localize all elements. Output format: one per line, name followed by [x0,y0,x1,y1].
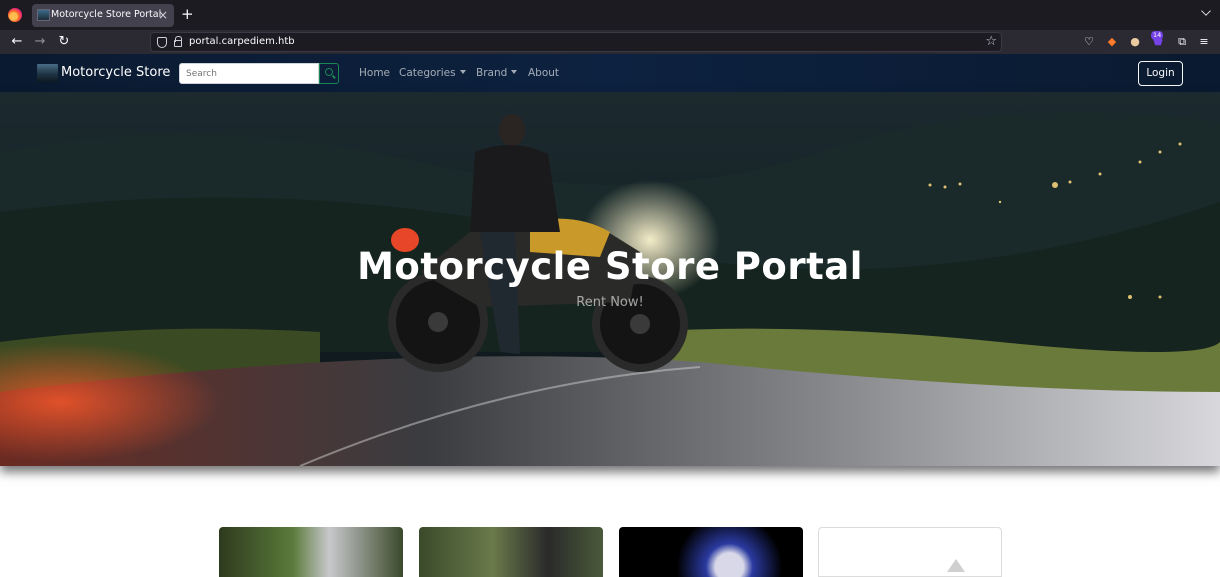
tab-close-icon[interactable]: × [158,7,168,23]
address-bar[interactable]: portal.carpediem.htb ☆ [150,32,1002,52]
brand-logo-image[interactable] [37,64,58,82]
search-input[interactable] [179,63,319,84]
new-tab-button[interactable]: + [181,5,194,23]
bookmark-star-icon[interactable]: ☆ [985,34,997,50]
browser-tab[interactable]: Motorcycle Store Portal × [32,4,174,27]
nav-brand-label: Brand [476,67,508,79]
hero-banner: Motorcycle Store Portal Rent Now! [0,92,1220,466]
login-button[interactable]: Login [1138,61,1183,86]
nav-brand-dropdown[interactable]: Brand [476,67,518,79]
url-text[interactable]: portal.carpediem.htb [189,36,295,47]
extension-badge: 14 [1151,31,1164,40]
pocket-icon[interactable]: ♡ [1082,35,1096,49]
search-button[interactable] [319,63,339,84]
nav-about[interactable]: About [528,67,559,79]
site-favicon-icon [37,9,50,21]
forward-arrow-icon[interactable]: → [31,33,49,51]
tracking-shield-icon[interactable] [157,37,167,48]
product-cards [0,470,1220,577]
back-arrow-icon[interactable]: ← [8,33,26,51]
browser-tab-bar: Motorcycle Store Portal × + [0,0,1220,30]
lock-icon[interactable] [174,36,182,47]
site-navbar: Motorcycle Store Home Categories Brand A… [0,54,1220,92]
hero-subtitle: Rent Now! [576,295,644,310]
nav-categories-label: Categories [399,67,456,79]
extension-fox-icon[interactable]: ◆ [1105,35,1119,49]
nav-home[interactable]: Home [359,67,390,79]
extension-avatar-icon[interactable]: ● [1128,35,1142,49]
tab-title: Motorcycle Store Portal [51,9,162,20]
firefox-logo-icon [8,8,22,22]
caret-down-icon [511,70,518,74]
hero-title: Motorcycle Store Portal [357,245,863,288]
search-icon [325,68,333,76]
extensions-puzzle-icon[interactable]: ⧉ [1175,35,1189,49]
brand-name[interactable]: Motorcycle Store [61,65,170,80]
menu-hamburger-icon[interactable]: ≡ [1197,35,1211,49]
reload-icon[interactable]: ↻ [55,33,73,51]
caret-down-icon [459,70,466,74]
browser-toolbar: ← → ↻ portal.carpediem.htb ☆ ♡ ◆ ● ⬟ 14 … [0,30,1220,54]
nav-categories-dropdown[interactable]: Categories [399,67,466,79]
tab-list-chevron-icon[interactable] [1201,6,1211,16]
